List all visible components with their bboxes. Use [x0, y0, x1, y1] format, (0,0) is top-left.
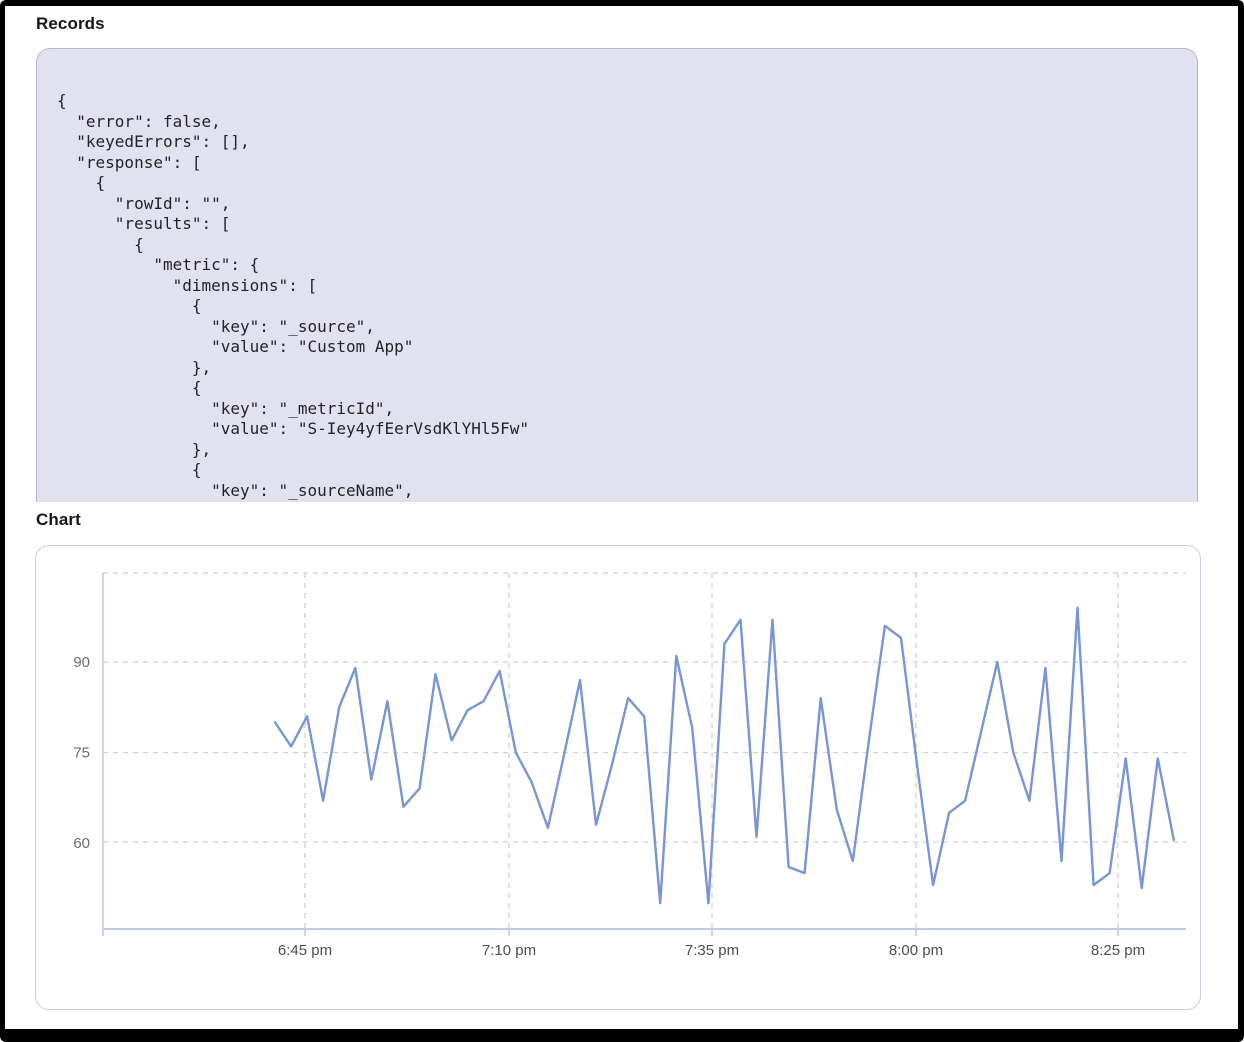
- x-axis-tick-label: 8:00 pm: [889, 942, 943, 959]
- x-axis-tick-label: 8:25 pm: [1091, 942, 1145, 959]
- x-axis-tick-label: 7:35 pm: [685, 942, 739, 959]
- x-axis-tick-label: 6:45 pm: [278, 942, 332, 959]
- records-section-title: Records: [36, 14, 105, 34]
- y-axis-tick-label: 90: [73, 654, 90, 671]
- chart-panel: 90 75 60 6:45 pm 7:10 pm 7:35 pm 8:00 pm 8:25 p…: [35, 545, 1201, 1010]
- chart-series-line[interactable]: [275, 608, 1174, 904]
- y-axis-tick-label: 75: [73, 744, 90, 761]
- screenshot-frame: Records { "error": false, "keyedErrors":…: [0, 0, 1244, 1042]
- page-content: Records { "error": false, "keyedErrors":…: [5, 6, 1238, 1029]
- chart-canvas[interactable]: 90 75 60 6:45 pm 7:10 pm 7:35 pm 8:00 pm 8:25 p…: [36, 546, 1200, 1009]
- x-axis-tick-label: 7:10 pm: [482, 942, 536, 959]
- chart-section-title: Chart: [36, 510, 81, 530]
- y-axis-tick-label: 60: [73, 835, 90, 852]
- records-code-panel[interactable]: { "error": false, "keyedErrors": [], "re…: [36, 48, 1198, 502]
- json-code-block: { "error": false, "keyedErrors": [], "re…: [57, 91, 1177, 501]
